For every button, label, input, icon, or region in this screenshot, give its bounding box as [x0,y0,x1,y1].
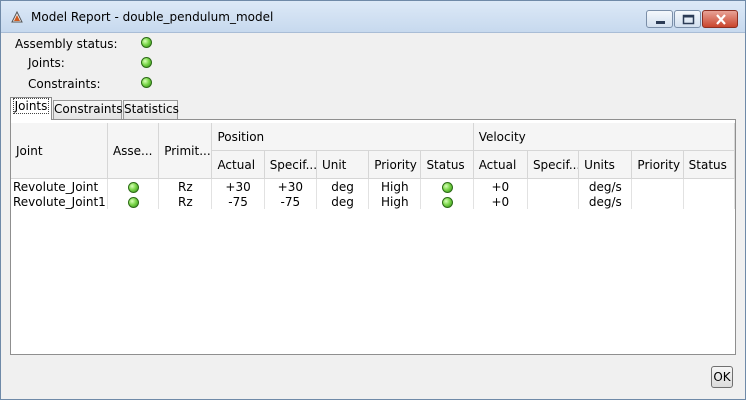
tab-statistics-label: Statistics [124,102,179,116]
constraints-status-label: Constraints: [28,77,101,91]
col-position-unit-header[interactable]: Unit [316,150,370,179]
table-row[interactable]: Revolute_Joint1 Rz -75 -75 deg High +0 d… [11,194,736,209]
tab-statistics[interactable]: Statistics [123,100,179,119]
joints-status-label: Joints: [28,56,65,70]
col-position-status-header[interactable]: Status [420,150,474,179]
status-ok-icon [127,181,139,193]
position-status-cell [420,178,474,194]
title-bar[interactable]: Model Report - double_pendulum_model [1,1,745,33]
tab-joints-label: Joints [12,98,50,114]
position-unit-cell: deg [316,178,370,194]
velocity-units-cell: deg/s [578,194,633,209]
position-specified-cell: -75 [264,194,317,209]
joints-table: Joint Asse... Primit... Position Velocit… [11,123,736,209]
col-assembled-header[interactable]: Asse... [107,123,160,179]
status-ok-icon [127,196,139,208]
tab-constraints-label: Constraints [54,102,123,116]
joint-name-cell: Revolute_Joint1 [11,194,108,209]
velocity-specified-cell [527,194,580,209]
assembled-cell [107,178,160,194]
velocity-group-header: Velocity [473,123,736,151]
position-actual-cell: -75 [211,194,265,209]
col-velocity-actual-header[interactable]: Actual [473,150,528,179]
velocity-actual-cell: +0 [473,178,528,194]
primitive-cell: Rz [158,194,213,209]
position-actual-cell: +30 [211,178,265,194]
joint-name-cell: Revolute_Joint [11,178,108,194]
position-specified-cell: +30 [264,178,317,194]
maximize-button[interactable] [674,10,701,28]
assembled-cell [107,194,160,209]
position-status-cell [420,194,474,209]
col-velocity-units-header[interactable]: Units [578,150,633,179]
constraints-status-icon [141,77,152,88]
col-position-priority-header[interactable]: Priority [368,150,422,179]
joints-status-icon [141,57,152,68]
ok-button[interactable]: OK [711,366,733,388]
status-ok-icon [441,196,453,208]
velocity-actual-cell: +0 [473,194,528,209]
maximize-icon [682,14,695,25]
col-velocity-specified-header[interactable]: Specif... [527,150,580,179]
assembly-status-icon [141,37,152,48]
velocity-priority-cell [631,194,684,209]
col-primitive-header[interactable]: Primit... [158,123,213,179]
velocity-specified-cell [527,178,580,194]
window-title: Model Report - double_pendulum_model [31,10,274,24]
primitive-cell: Rz [158,178,213,194]
col-velocity-status-header[interactable]: Status [683,150,736,179]
tab-constraints[interactable]: Constraints [53,100,122,119]
status-ok-icon [441,181,453,193]
velocity-units-cell: deg/s [578,178,633,194]
tab-joints[interactable]: Joints [10,97,52,120]
col-position-actual-header[interactable]: Actual [211,150,265,179]
col-joint-header[interactable]: Joint [11,123,108,179]
col-position-specified-header[interactable]: Specif... [264,150,317,179]
velocity-priority-cell [631,178,684,194]
col-velocity-priority-header[interactable]: Priority [631,150,684,179]
position-unit-cell: deg [316,194,370,209]
minimize-button[interactable] [646,10,673,28]
velocity-status-cell [683,194,736,209]
table-row[interactable]: Revolute_Joint Rz +30 +30 deg High +0 de… [11,178,736,194]
position-priority-cell: High [368,194,422,209]
position-priority-cell: High [368,178,422,194]
assembly-status-label: Assembly status: [15,37,118,51]
minimize-icon [656,21,665,24]
position-group-header: Position [211,123,474,151]
close-icon [716,14,726,25]
velocity-status-cell [683,178,736,194]
app-icon [11,10,23,23]
close-button[interactable] [702,10,738,28]
model-report-window: Model Report - double_pendulum_model Ass… [0,0,746,400]
